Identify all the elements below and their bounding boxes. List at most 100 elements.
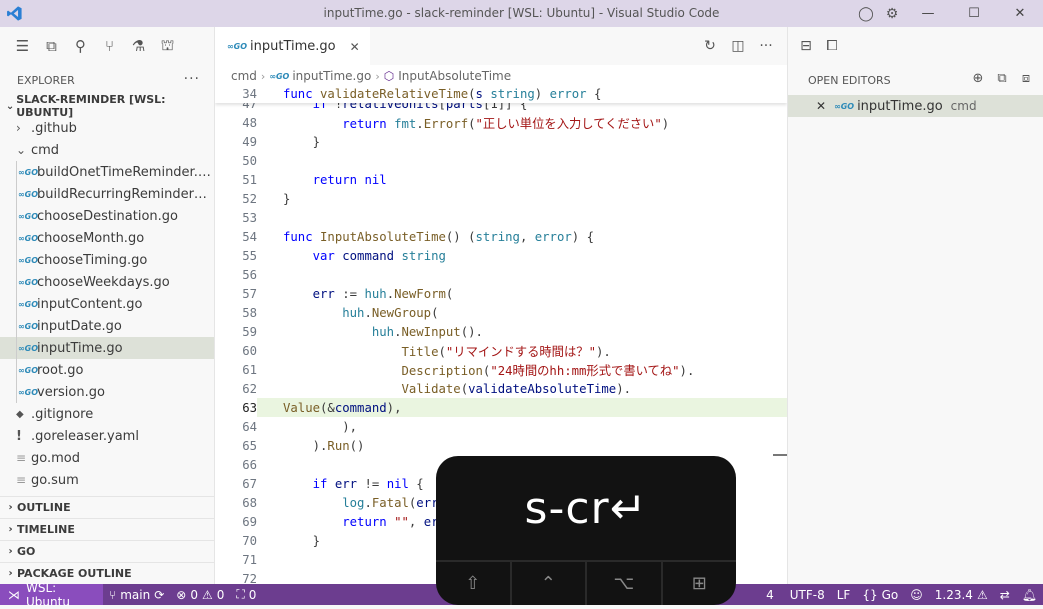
settings-gear-icon[interactable]: ⚙ — [879, 0, 905, 27]
code-line[interactable]: 63 Value (& command), — [215, 398, 787, 417]
section-timeline[interactable]: › TIMELINE — [0, 518, 215, 540]
code-line[interactable]: 57 err := huh.NewForm( — [215, 284, 787, 303]
branch-icon: ⑂ — [109, 587, 117, 602]
go-version-indicator[interactable]: 1.23.4 ⚠ — [929, 584, 994, 605]
tree-folder[interactable]: ⌄ cmd — [0, 139, 214, 161]
encoding-indicator[interactable]: UTF-8 — [784, 584, 831, 605]
tree-file[interactable]: ◆ .gitignore — [0, 403, 214, 425]
remote-label: WSL: Ubuntu — [26, 580, 70, 609]
tree-item-label: buildOnetTimeReminder.go — [37, 164, 214, 180]
go-file-icon: ∞GO — [18, 365, 39, 375]
modifier-key: ⌥ — [587, 562, 663, 605]
chat-view-icon[interactable]: ⧠ — [822, 38, 842, 54]
save-all-icon[interactable]: ⧉ — [993, 71, 1011, 86]
tree-file[interactable]: ∞GO inputContent.go — [0, 293, 214, 315]
minimize-button[interactable]: — — [905, 0, 951, 27]
search-icon[interactable]: ⚲ — [68, 31, 93, 61]
problems-indicator[interactable]: ⊗ 0 ⚠ 0 — [170, 584, 230, 605]
tree-file[interactable]: ∞GO inputTime.go — [0, 337, 214, 359]
code-line[interactable]: 58 huh.NewGroup( — [215, 303, 787, 322]
more-actions-icon[interactable]: ··· — [184, 71, 200, 87]
code-line[interactable]: 50 — [215, 151, 787, 170]
eol-label: LF — [836, 587, 851, 602]
remote-indicator[interactable]: ⋊ WSL: Ubuntu — [0, 581, 103, 609]
code-line[interactable]: 51 return nil — [215, 170, 787, 189]
chevron-right-icon: › — [8, 502, 13, 513]
code-line[interactable]: 56 — [215, 265, 787, 284]
account-icon[interactable]: ◯ — [853, 0, 879, 27]
code-line[interactable]: 48 return fmt.Errorf("正しい単位を入力してください") — [215, 113, 787, 132]
remote-explorer-icon[interactable]: ⛫ — [155, 31, 180, 61]
tree-file[interactable]: ∞GO buildOnetTimeReminder.go — [0, 161, 214, 183]
tree-item-label: root.go — [37, 362, 84, 378]
sync-icon[interactable]: ⟳ — [154, 588, 164, 602]
breadcrumb-file[interactable]: inputTime.go — [292, 69, 371, 83]
code-text: var command string — [312, 248, 446, 263]
tree-file[interactable]: ∞GO inputDate.go — [0, 315, 214, 337]
open-editors-view-icon[interactable]: ⊟ — [796, 38, 816, 54]
tree-file[interactable]: ∞GO chooseTiming.go — [0, 249, 214, 271]
code-line[interactable]: 49 } — [215, 132, 787, 151]
language-indicator[interactable]: {} Go — [856, 584, 904, 605]
tree-file[interactable]: ! .goreleaser.yaml — [0, 425, 214, 447]
eol-indicator[interactable]: LF — [831, 584, 857, 605]
code-line[interactable]: 62 Validate(validateAbsoluteTime). — [215, 379, 787, 398]
remote-sync-icon[interactable]: ⇄ — [994, 584, 1016, 605]
go-to-previous-icon[interactable]: ↻ — [697, 38, 723, 54]
notifications-bell-icon[interactable]: 🔔︎ — [1016, 584, 1043, 605]
code-line[interactable]: 61 Description("24時間のhh:mm形式で書いてね"). — [215, 360, 787, 379]
testing-icon[interactable]: ⚗ — [126, 31, 151, 61]
section-go[interactable]: › GO — [0, 540, 215, 562]
maximize-button[interactable]: ☐ — [951, 0, 997, 27]
close-all-icon[interactable]: ⧈ — [1017, 71, 1035, 86]
sticky-scroll-line[interactable]: 34 func validateRelativeTime(s string) er… — [215, 84, 787, 103]
workspace-section[interactable]: ⌄ SLACK-REMINDER [WSL: UBUNTU] — [0, 93, 214, 119]
close-window-button[interactable]: ✕ — [997, 0, 1043, 27]
tree-file[interactable]: ∞GO chooseMonth.go — [0, 227, 214, 249]
ports-indicator[interactable]: ⛶ 0 — [230, 584, 262, 605]
code-line[interactable]: 52} — [215, 189, 787, 208]
open-editor-item[interactable]: ✕ ∞GO inputTime.go cmd — [788, 95, 1043, 117]
tree-file[interactable]: ≡ go.sum — [0, 469, 214, 491]
editor-more-icon[interactable]: ··· — [753, 38, 779, 54]
line-number: 68 — [242, 495, 257, 510]
tree-file[interactable]: ∞GO root.go — [0, 359, 214, 381]
close-icon[interactable]: ✕ — [816, 99, 826, 113]
tree-folder[interactable]: › .github — [0, 117, 214, 139]
source-control-icon[interactable]: ⑂ — [97, 31, 122, 61]
tree-file[interactable]: ∞GO version.go — [0, 381, 214, 403]
copilot-icon[interactable]: ☺ — [904, 584, 929, 605]
code-line[interactable]: 64 ), — [215, 417, 787, 436]
line-number: 58 — [242, 305, 257, 320]
section-label: PACKAGE OUTLINE — [17, 567, 132, 580]
tree-file[interactable]: ∞GO chooseWeekdays.go — [0, 271, 214, 293]
branch-indicator[interactable]: ⑂ main ⟳ — [103, 584, 170, 605]
tree-item-label: inputContent.go — [37, 296, 143, 312]
code-line[interactable]: 55 var command string — [215, 246, 787, 265]
line-number: 34 — [242, 86, 257, 101]
new-untitled-file-icon[interactable]: ⊕ — [969, 71, 987, 86]
code-line[interactable]: 65 ).Run() — [215, 436, 787, 455]
tree-file[interactable]: ∞GO chooseDestination.go — [0, 205, 214, 227]
explorer-icon[interactable]: ⧉ — [39, 31, 64, 61]
breadcrumb-symbol[interactable]: InputAbsoluteTime — [398, 69, 511, 83]
explorer-header: EXPLORER ··· — [0, 65, 214, 95]
menu-icon[interactable]: ☰ — [10, 31, 35, 61]
spaces-indicator[interactable]: 4 — [760, 584, 784, 605]
line-number: 62 — [242, 381, 257, 396]
code-line[interactable]: 60 Title("リマインドする時間は？"). — [215, 341, 787, 360]
workspace-title: SLACK-REMINDER [WSL: UBUNTU] — [16, 93, 166, 119]
code-line[interactable]: 59 huh.NewInput(). — [215, 322, 787, 341]
go-file-icon: ∞GO — [18, 387, 39, 397]
code-line[interactable]: 54 func InputAbsoluteTime() (string, erro… — [215, 227, 787, 246]
tab-inputtime[interactable]: ∞GO inputTime.go ✕ — [215, 27, 370, 65]
breadcrumb-folder[interactable]: cmd — [231, 69, 257, 83]
split-editor-icon[interactable]: ◫ — [725, 38, 751, 54]
tree-file[interactable]: ∞GObuildRecurringReminderCom... — [0, 183, 214, 205]
go-file-icon: ∞GO — [834, 101, 855, 111]
close-tab-icon[interactable]: ✕ — [350, 40, 360, 54]
tree-file[interactable]: ≡ go.mod — [0, 447, 214, 469]
code-line[interactable]: 53 — [215, 208, 787, 227]
section-outline[interactable]: › OUTLINE — [0, 496, 215, 518]
chevron-right-icon: › — [8, 524, 13, 535]
